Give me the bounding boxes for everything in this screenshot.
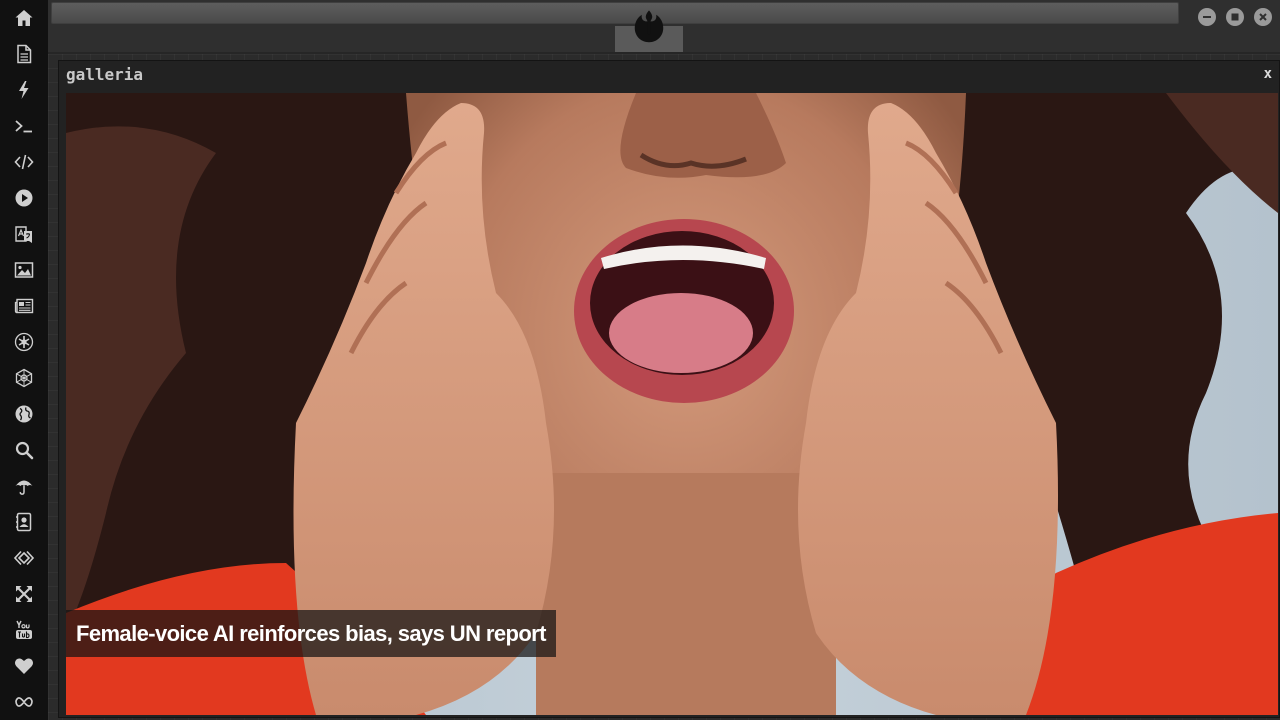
sidebar-item-umbrella[interactable] (0, 468, 48, 504)
sidebar-item-lightning[interactable] (0, 72, 48, 108)
sidebar-item-rebel[interactable] (0, 324, 48, 360)
window-title: galleria (66, 65, 144, 84)
image-icon (14, 262, 34, 278)
sidebar-item-empire[interactable] (0, 360, 48, 396)
sidebar-item-youtube[interactable] (0, 612, 48, 648)
api-icon (14, 550, 34, 566)
sidebar-item-heart[interactable] (0, 648, 48, 684)
sidebar-item-image[interactable] (0, 252, 48, 288)
code-icon (14, 154, 34, 170)
rebel-alliance-icon (14, 332, 34, 352)
globe-icon (15, 405, 33, 423)
terminal-icon (15, 120, 32, 133)
search-icon (15, 441, 34, 460)
infinity-icon (15, 697, 33, 707)
document-icon (17, 44, 32, 64)
maximize-icon (1231, 13, 1239, 21)
sidebar-item-newspaper[interactable] (0, 288, 48, 324)
sidebar-item-translate[interactable] (0, 216, 48, 252)
gallery-image[interactable]: Female-voice AI reinforces bias, says UN… (66, 93, 1278, 715)
galactic-empire-icon (15, 368, 33, 388)
close-button[interactable] (1254, 8, 1272, 26)
sidebar-item-terminal[interactable] (0, 108, 48, 144)
newspaper-icon (14, 298, 34, 314)
home-icon (15, 10, 33, 26)
address-bar[interactable] (51, 2, 1179, 24)
maximize-button[interactable] (1226, 8, 1244, 26)
image-caption[interactable]: Female-voice AI reinforces bias, says UN… (66, 610, 556, 657)
translate-icon (15, 226, 32, 243)
heart-icon (14, 658, 34, 674)
expand-icon (16, 586, 32, 602)
rebel-alliance-icon[interactable] (630, 9, 668, 47)
youtube-icon (16, 620, 32, 639)
sidebar-item-expand[interactable] (0, 576, 48, 612)
sidebar-item-contacts[interactable] (0, 504, 48, 540)
gallery-window: galleria x Female-voice AI reinforces bi… (58, 60, 1280, 718)
close-icon (1259, 13, 1267, 21)
sidebar-item-code[interactable] (0, 144, 48, 180)
umbrella-icon (15, 480, 33, 495)
sidebar-item-infinity[interactable] (0, 684, 48, 720)
minimize-icon (1203, 16, 1211, 18)
sidebar-item-play[interactable] (0, 180, 48, 216)
top-bar (48, 0, 1280, 54)
sidebar-item-document[interactable] (0, 36, 48, 72)
minimize-button[interactable] (1198, 8, 1216, 26)
contacts-icon (16, 512, 32, 532)
window-close-button[interactable]: x (1264, 66, 1272, 82)
sidebar-item-globe[interactable] (0, 396, 48, 432)
sidebar-item-home[interactable] (0, 0, 48, 36)
sidebar (0, 0, 48, 720)
sidebar-item-api[interactable] (0, 540, 48, 576)
lightning-icon (19, 81, 29, 99)
sidebar-item-search[interactable] (0, 432, 48, 468)
play-icon (15, 189, 33, 207)
